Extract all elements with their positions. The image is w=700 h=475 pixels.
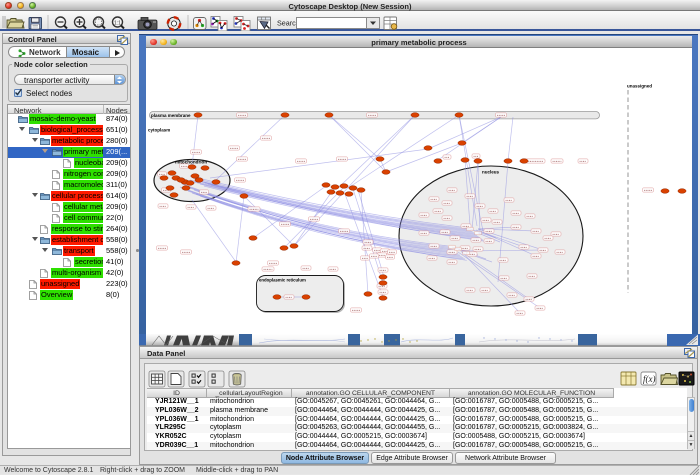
svg-text:plasma membrane: plasma membrane bbox=[151, 113, 191, 118]
svg-text:endoplasmic reticulum: endoplasmic reticulum bbox=[259, 278, 306, 283]
svg-text:nucleus: nucleus bbox=[482, 170, 500, 175]
svg-text:unassigned: unassigned bbox=[627, 84, 652, 89]
svg-text:cytoplasm: cytoplasm bbox=[148, 128, 170, 133]
svg-text:mitochondrion: mitochondrion bbox=[175, 160, 207, 165]
svg-text:f(x): f(x) bbox=[643, 374, 656, 384]
svg-text:1:1: 1:1 bbox=[114, 21, 121, 27]
